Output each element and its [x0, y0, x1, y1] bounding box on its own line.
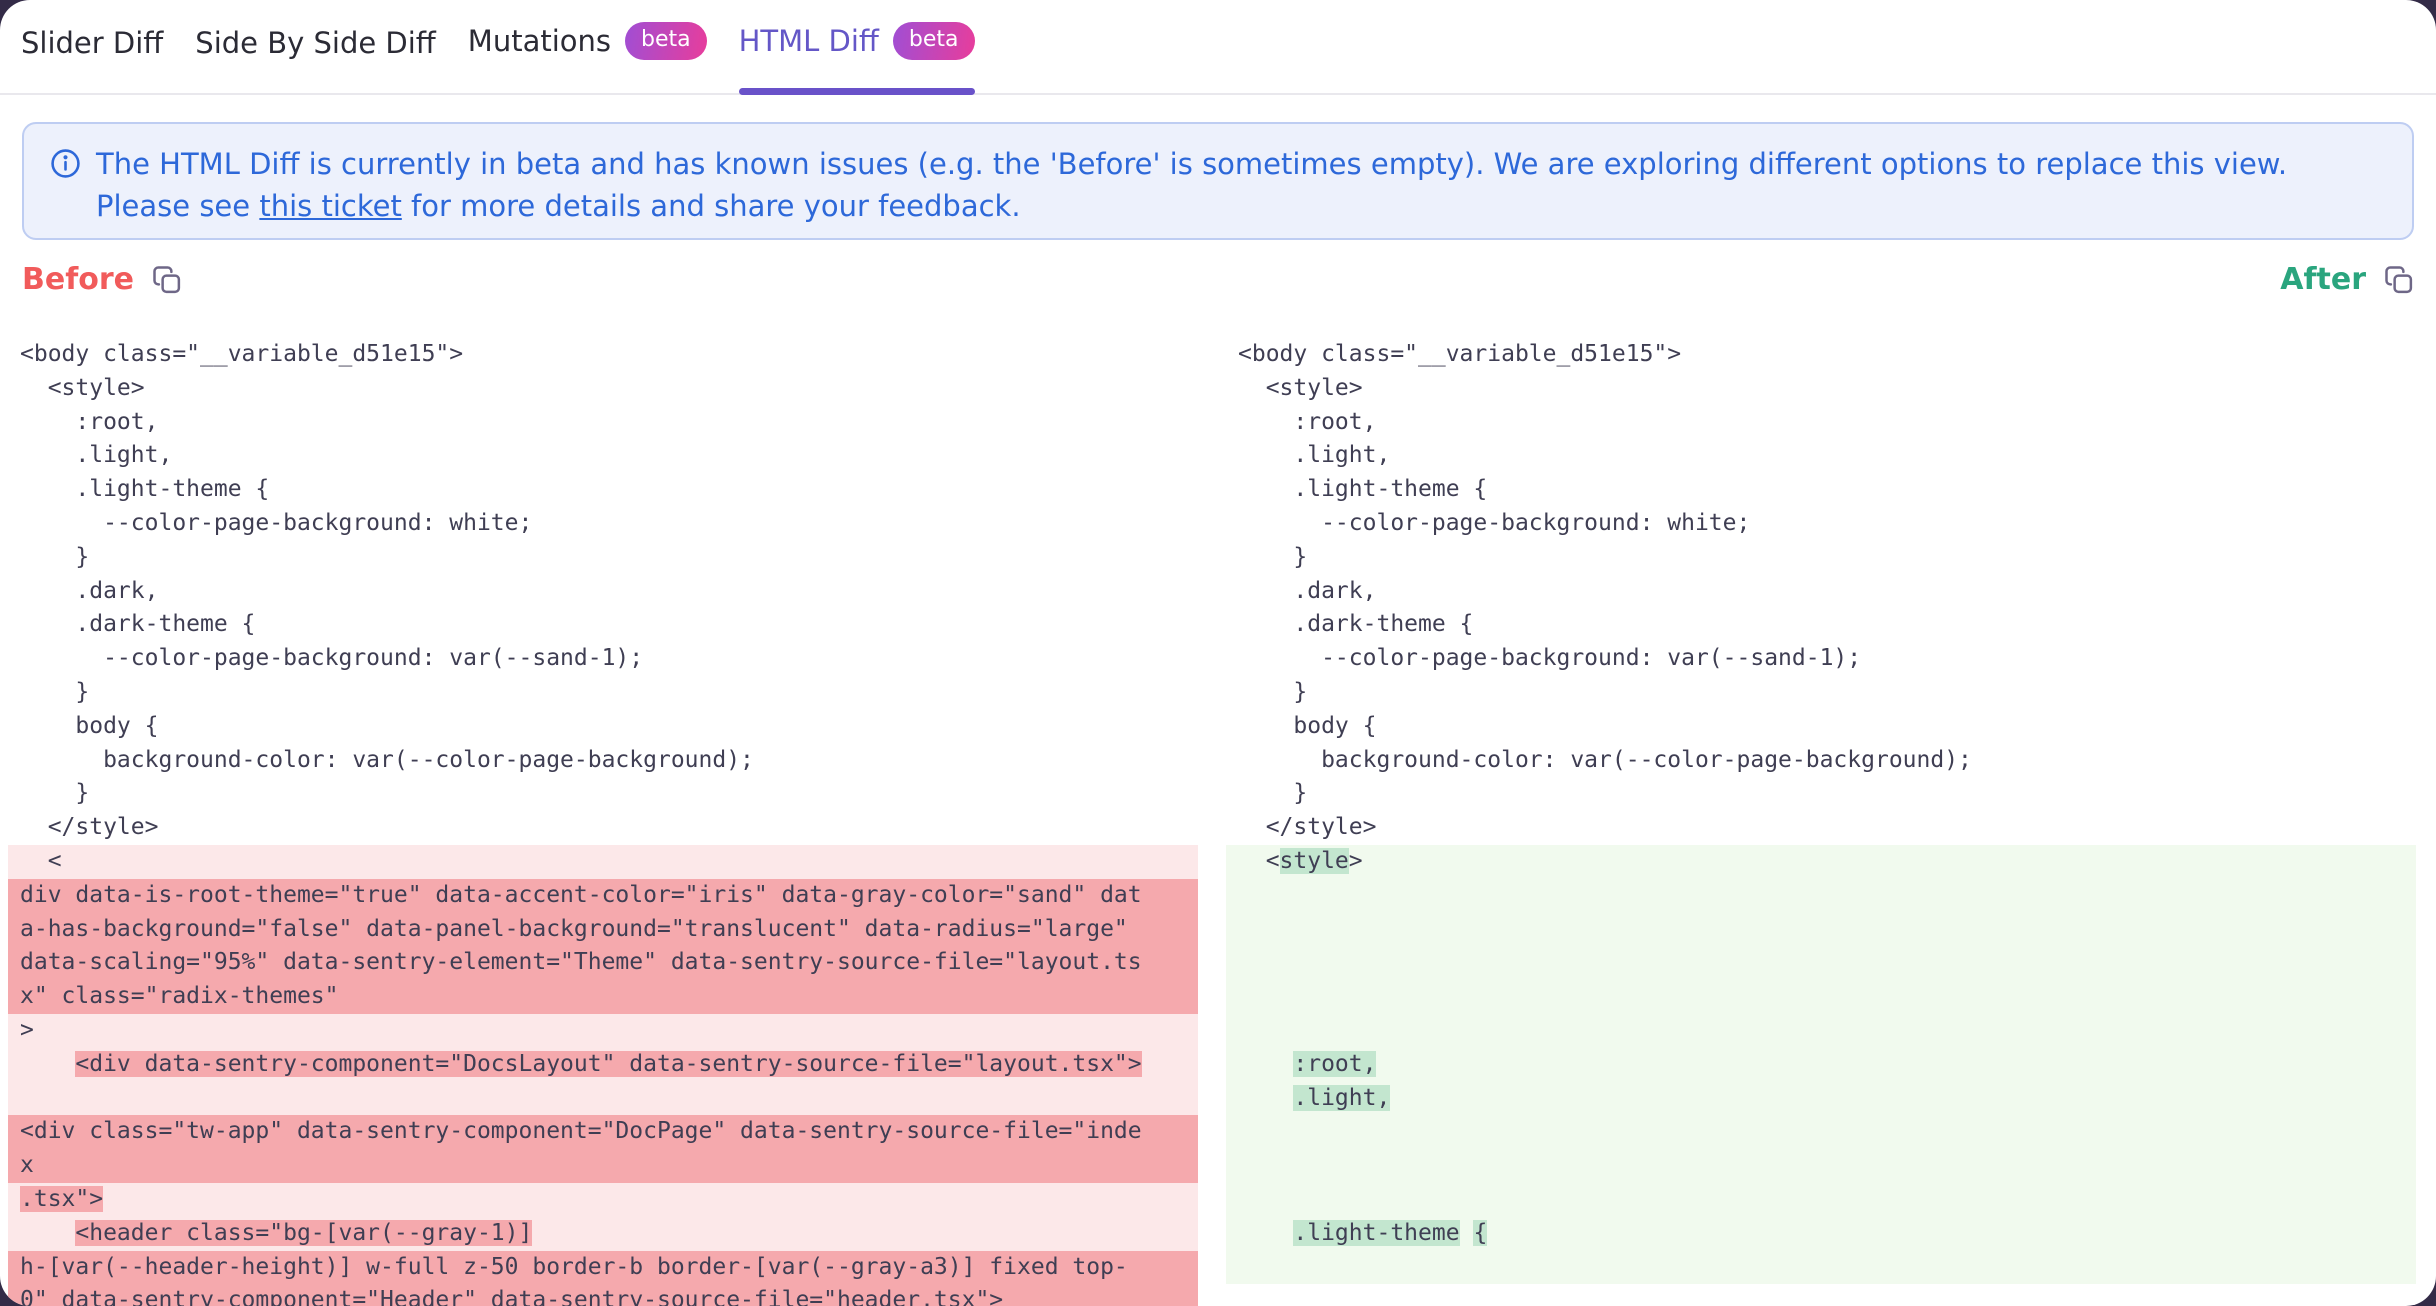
code-line: h-[var(--header-height)] w-full z-50 bor…	[8, 1251, 1198, 1285]
code-line: }	[8, 676, 1198, 710]
code-line	[1226, 1115, 2416, 1149]
code-line: </style>	[8, 811, 1198, 845]
code-line: --color-page-background: var(--sand-1);	[1226, 642, 2416, 676]
code-line: body {	[8, 710, 1198, 744]
code-line: <style>	[1226, 372, 2416, 406]
code-line: </style>	[1226, 811, 2416, 845]
code-line: body {	[1226, 710, 2416, 744]
tab-bar: Slider Diff Side By Side Diff Mutations …	[0, 0, 2436, 95]
code-line: <body class="__variable_d51e15">	[1226, 338, 2416, 372]
code-line: <div class="tw-app" data-sentry-componen…	[8, 1115, 1198, 1149]
code-line: .dark,	[1226, 575, 2416, 609]
code-line	[1226, 879, 2416, 913]
code-line: a-has-background="false" data-panel-back…	[8, 913, 1198, 947]
before-section-label: Before	[22, 262, 182, 297]
code-line: }	[1226, 777, 2416, 811]
code-line: :root,	[1226, 406, 2416, 440]
code-line: --color-page-background: white;	[1226, 507, 2416, 541]
info-icon	[50, 148, 81, 219]
code-line: x" class="radix-themes"	[8, 980, 1198, 1014]
code-line: .light,	[1226, 439, 2416, 473]
copy-before-button[interactable]	[152, 265, 182, 295]
code-line: >	[8, 1014, 1198, 1048]
beta-badge: beta	[893, 22, 975, 60]
after-section-label: After	[2280, 262, 2414, 297]
code-line: <body class="__variable_d51e15">	[8, 338, 1198, 372]
html-diff-view: <body class="__variable_d51e15"> <style>…	[0, 338, 2436, 1306]
code-line: :root,	[8, 406, 1198, 440]
code-line	[1226, 1014, 2416, 1048]
code-line	[1226, 946, 2416, 980]
code-line: }	[8, 777, 1198, 811]
code-line: --color-page-background: var(--sand-1);	[8, 642, 1198, 676]
copy-after-button[interactable]	[2384, 265, 2414, 295]
after-label: After	[2280, 262, 2366, 297]
code-line: div data-is-root-theme="true" data-accen…	[8, 879, 1198, 913]
tab-html-diff[interactable]: HTML Diff beta	[739, 22, 975, 93]
code-line: data-scaling="95%" data-sentry-element="…	[8, 946, 1198, 980]
page: Slider Diff Side By Side Diff Mutations …	[0, 0, 2436, 1306]
after-code-panel: <body class="__variable_d51e15"> <style>…	[1226, 338, 2416, 1306]
code-line	[1226, 913, 2416, 947]
code-line: x	[8, 1149, 1198, 1183]
code-line: :root,	[1226, 1048, 2416, 1082]
code-line: background-color: var(--color-page-backg…	[1226, 744, 2416, 778]
code-line: .tsx">	[8, 1183, 1198, 1217]
before-label: Before	[22, 262, 134, 297]
banner-text: The HTML Diff is currently in beta and h…	[96, 143, 2386, 219]
code-line: <style>	[8, 372, 1198, 406]
tab-side-by-side-diff[interactable]: Side By Side Diff	[195, 26, 436, 93]
code-line	[8, 1082, 1198, 1116]
ticket-link[interactable]: this ticket	[259, 189, 401, 223]
code-line: }	[1226, 676, 2416, 710]
code-line: .light,	[8, 439, 1198, 473]
code-line: <	[8, 845, 1198, 879]
code-line: .dark-theme {	[8, 608, 1198, 642]
banner-text-end: for more details and share your feedback…	[402, 189, 1021, 223]
tab-label: HTML Diff	[739, 24, 879, 58]
code-line: .dark-theme {	[1226, 608, 2416, 642]
code-line: }	[8, 541, 1198, 575]
code-line: .light,	[1226, 1082, 2416, 1116]
tab-label: Slider Diff	[21, 26, 163, 60]
tab-mutations[interactable]: Mutations beta	[468, 22, 707, 93]
code-line: .light-theme {	[8, 473, 1198, 507]
code-line: }	[1226, 541, 2416, 575]
tab-label: Mutations	[468, 24, 611, 58]
code-line: <div data-sentry-component="DocsLayout" …	[8, 1048, 1198, 1082]
code-line: <style>	[1226, 845, 2416, 879]
diff-header: Before After	[22, 262, 2414, 297]
code-line: background-color: var(--color-page-backg…	[8, 744, 1198, 778]
code-line	[1226, 1251, 2416, 1285]
beta-info-banner: The HTML Diff is currently in beta and h…	[22, 122, 2414, 240]
code-line: .dark,	[8, 575, 1198, 609]
code-line: <header class="bg-[var(--gray-1)]	[8, 1217, 1198, 1251]
code-line: .light-theme {	[1226, 473, 2416, 507]
before-code-panel: <body class="__variable_d51e15"> <style>…	[8, 338, 1198, 1306]
code-line	[1226, 1149, 2416, 1183]
code-line	[1226, 980, 2416, 1014]
tab-label: Side By Side Diff	[195, 26, 436, 60]
tab-slider-diff[interactable]: Slider Diff	[21, 26, 163, 93]
beta-badge: beta	[625, 22, 707, 60]
code-line: 0" data-sentry-component="Header" data-s…	[8, 1284, 1198, 1306]
code-line	[1226, 1183, 2416, 1217]
code-line: --color-page-background: white;	[8, 507, 1198, 541]
code-line: .light-theme {	[1226, 1217, 2416, 1251]
